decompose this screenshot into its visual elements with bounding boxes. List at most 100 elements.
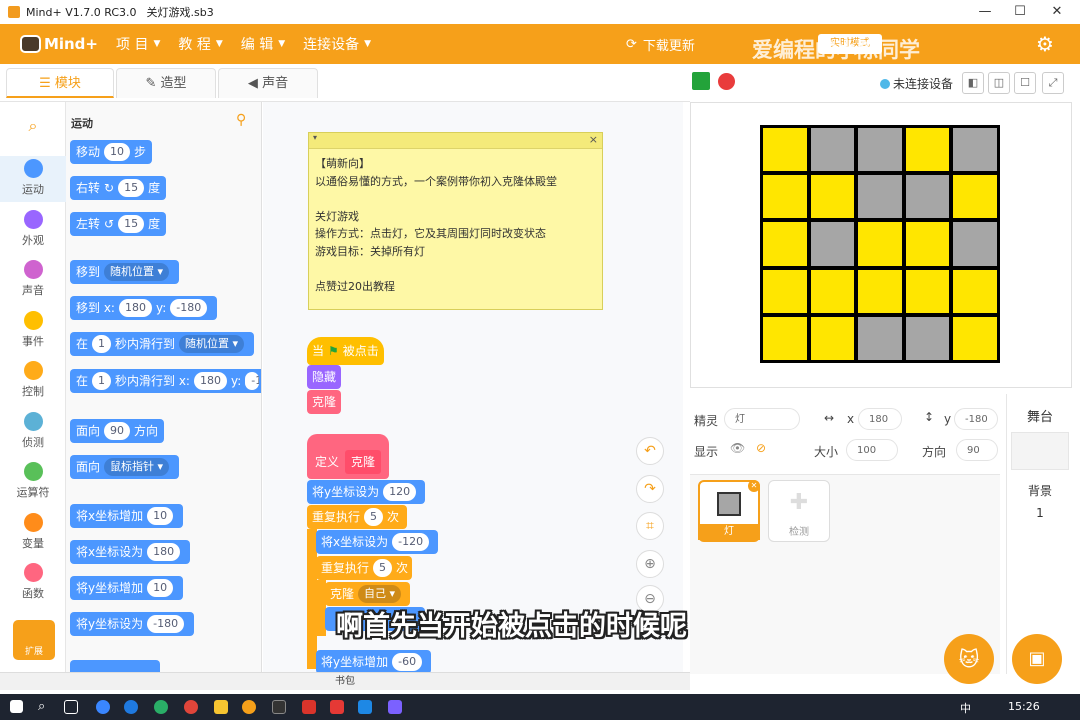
light-cell[interactable] [858, 316, 902, 360]
light-cell[interactable] [763, 175, 807, 219]
light-cell[interactable] [953, 269, 997, 313]
define-clone-block[interactable]: 定义 克隆 [307, 434, 390, 479]
block-set-x[interactable]: 将x坐标设为 180 [70, 540, 191, 564]
category-2[interactable]: 声音 [0, 257, 66, 303]
light-cell[interactable] [810, 128, 855, 172]
green-flag-icon[interactable] [692, 72, 710, 90]
windows-start-icon[interactable] [10, 700, 23, 713]
note-text[interactable]: 【萌新向】 以通俗易懂的方式，一个案例带你初入克隆体殿堂 关灯游戏 操作方式：点… [309, 149, 602, 301]
task-view-icon[interactable] [64, 700, 78, 714]
download-update-button[interactable]: ⟳ 下载更新 [626, 24, 695, 64]
hide-block[interactable]: 隐藏 [307, 365, 342, 389]
light-cell[interactable] [858, 269, 902, 313]
edge-icon[interactable] [124, 700, 138, 714]
clone-self-block[interactable]: 克隆 自己 ▾ [325, 582, 411, 606]
menu-edit[interactable]: 编 辑 ▼ [241, 34, 285, 54]
light-cell[interactable] [810, 175, 855, 219]
set-y-block[interactable]: 将y坐标设为 120 [307, 480, 426, 504]
light-cell[interactable] [905, 222, 950, 266]
wechat-icon[interactable] [154, 700, 168, 714]
repeat-block-outer[interactable]: 重复执行 5 次 [307, 505, 407, 529]
block-turn-left[interactable]: 左转 ↺ 15 度 [70, 212, 167, 236]
minimize-button[interactable]: — [968, 0, 1002, 24]
crop-icon[interactable]: ⌗ [636, 512, 664, 540]
block-change-y[interactable]: 将y坐标增加 10 [70, 576, 184, 600]
app-icon-2[interactable] [272, 700, 286, 714]
repeat-block-inner[interactable]: 重复执行 5 次 [316, 556, 412, 580]
set-x-block[interactable]: 将x坐标设为 -120 [316, 530, 439, 554]
light-cell[interactable] [763, 222, 807, 266]
when-flag-clicked-block[interactable]: 当 ⚑ 被点击 [307, 337, 384, 365]
chrome-icon[interactable] [184, 700, 198, 714]
category-5[interactable]: 侦测 [0, 409, 66, 455]
note-close-icon[interactable]: × [589, 133, 598, 146]
block-glide-to-target[interactable]: 在 1 秒内滑行到 随机位置 ▾ [70, 332, 255, 356]
stage-thumbnail[interactable] [1011, 432, 1069, 470]
clock[interactable]: 15:26 [1008, 700, 1040, 713]
sprite-name-field[interactable]: 灯 [724, 408, 800, 430]
app-icon-3[interactable] [330, 700, 344, 714]
close-button[interactable]: ✕ [1040, 0, 1074, 24]
light-cell[interactable] [905, 175, 950, 219]
block-goto-xy[interactable]: 移到 x: 180 y: -180 [70, 296, 218, 320]
light-cell[interactable] [905, 316, 950, 360]
light-cell[interactable] [763, 269, 807, 313]
light-cell[interactable] [858, 175, 902, 219]
small-stage-layout-icon[interactable]: ◧ [962, 72, 984, 94]
category-6[interactable]: 运算符 [0, 459, 66, 505]
search-icon[interactable]: ⌕ [38, 699, 45, 714]
block-set-y[interactable]: 将y坐标设为 -180 [70, 612, 195, 636]
light-cell[interactable] [858, 222, 902, 266]
pin-icon[interactable]: ⚲ [236, 112, 246, 128]
extensions-button[interactable]: 扩展 [13, 620, 55, 660]
direction-field[interactable]: 90 [956, 439, 998, 461]
normal-stage-layout-icon[interactable]: ◫ [988, 72, 1010, 94]
menu-connect-device[interactable]: 连接设备 ▼ [303, 34, 371, 54]
light-cell[interactable] [953, 316, 997, 360]
light-cell[interactable] [905, 269, 950, 313]
app-icon-5[interactable] [388, 700, 402, 714]
light-cell[interactable] [810, 269, 855, 313]
wps-icon[interactable] [302, 700, 316, 714]
size-field[interactable]: 100 [846, 439, 898, 461]
change-y-block[interactable]: 将y坐标增加 -60 [316, 650, 432, 674]
folder-icon[interactable] [214, 700, 228, 714]
maximize-button[interactable]: ☐ [1003, 0, 1037, 24]
settings-gear-icon[interactable]: ⚙ [1036, 24, 1054, 64]
light-cell[interactable] [810, 222, 855, 266]
menu-tutorial[interactable]: 教 程 ▼ [178, 34, 222, 54]
category-7[interactable]: 变量 [0, 510, 66, 556]
light-cell[interactable] [905, 128, 950, 172]
category-1[interactable]: 外观 [0, 207, 66, 253]
undo-icon[interactable]: ↶ [636, 437, 664, 465]
tab-blocks[interactable]: ☰ 模块 [6, 68, 114, 98]
zoom-in-icon[interactable]: ⊕ [636, 550, 664, 578]
x-field[interactable]: 180 [858, 408, 902, 430]
light-cell[interactable] [763, 128, 807, 172]
sprite-card-light[interactable]: 灯 ✕ [698, 480, 760, 542]
block-point-towards[interactable]: 面向 鼠标指针 ▾ [70, 455, 180, 479]
light-cell[interactable] [953, 222, 997, 266]
block-move-steps[interactable]: 移动 10 步 [70, 140, 153, 164]
fullscreen-icon[interactable]: ⤢ [1042, 72, 1064, 94]
category-8[interactable]: 函数 [0, 560, 66, 606]
light-cell[interactable] [810, 316, 855, 360]
light-cell[interactable] [953, 128, 997, 172]
app-icon-4[interactable] [358, 700, 372, 714]
tab-costumes[interactable]: ✎ 造型 [116, 68, 216, 98]
category-4[interactable]: 控制 [0, 358, 66, 404]
eye-off-icon[interactable]: ⊘ [756, 441, 766, 455]
block-partial[interactable] [70, 660, 160, 672]
add-backdrop-button[interactable]: ▣ [1012, 634, 1062, 684]
device-status[interactable]: 未连接设备 [880, 75, 953, 92]
eye-icon[interactable]: 👁 [730, 441, 745, 455]
block-turn-right[interactable]: 右转 ↻ 15 度 [70, 176, 167, 200]
add-sprite-button[interactable]: 🐱 [944, 634, 994, 684]
tab-sounds[interactable]: ◀ 声音 [218, 68, 318, 98]
light-cell[interactable] [953, 175, 997, 219]
search-icon[interactable]: ⌕ [0, 116, 66, 136]
call-clone-block[interactable]: 克隆 [307, 390, 342, 414]
ime-indicator[interactable]: 中 [960, 700, 971, 716]
block-point-direction[interactable]: 面向 90 方向 [70, 419, 165, 443]
category-3[interactable]: 事件 [0, 308, 66, 354]
